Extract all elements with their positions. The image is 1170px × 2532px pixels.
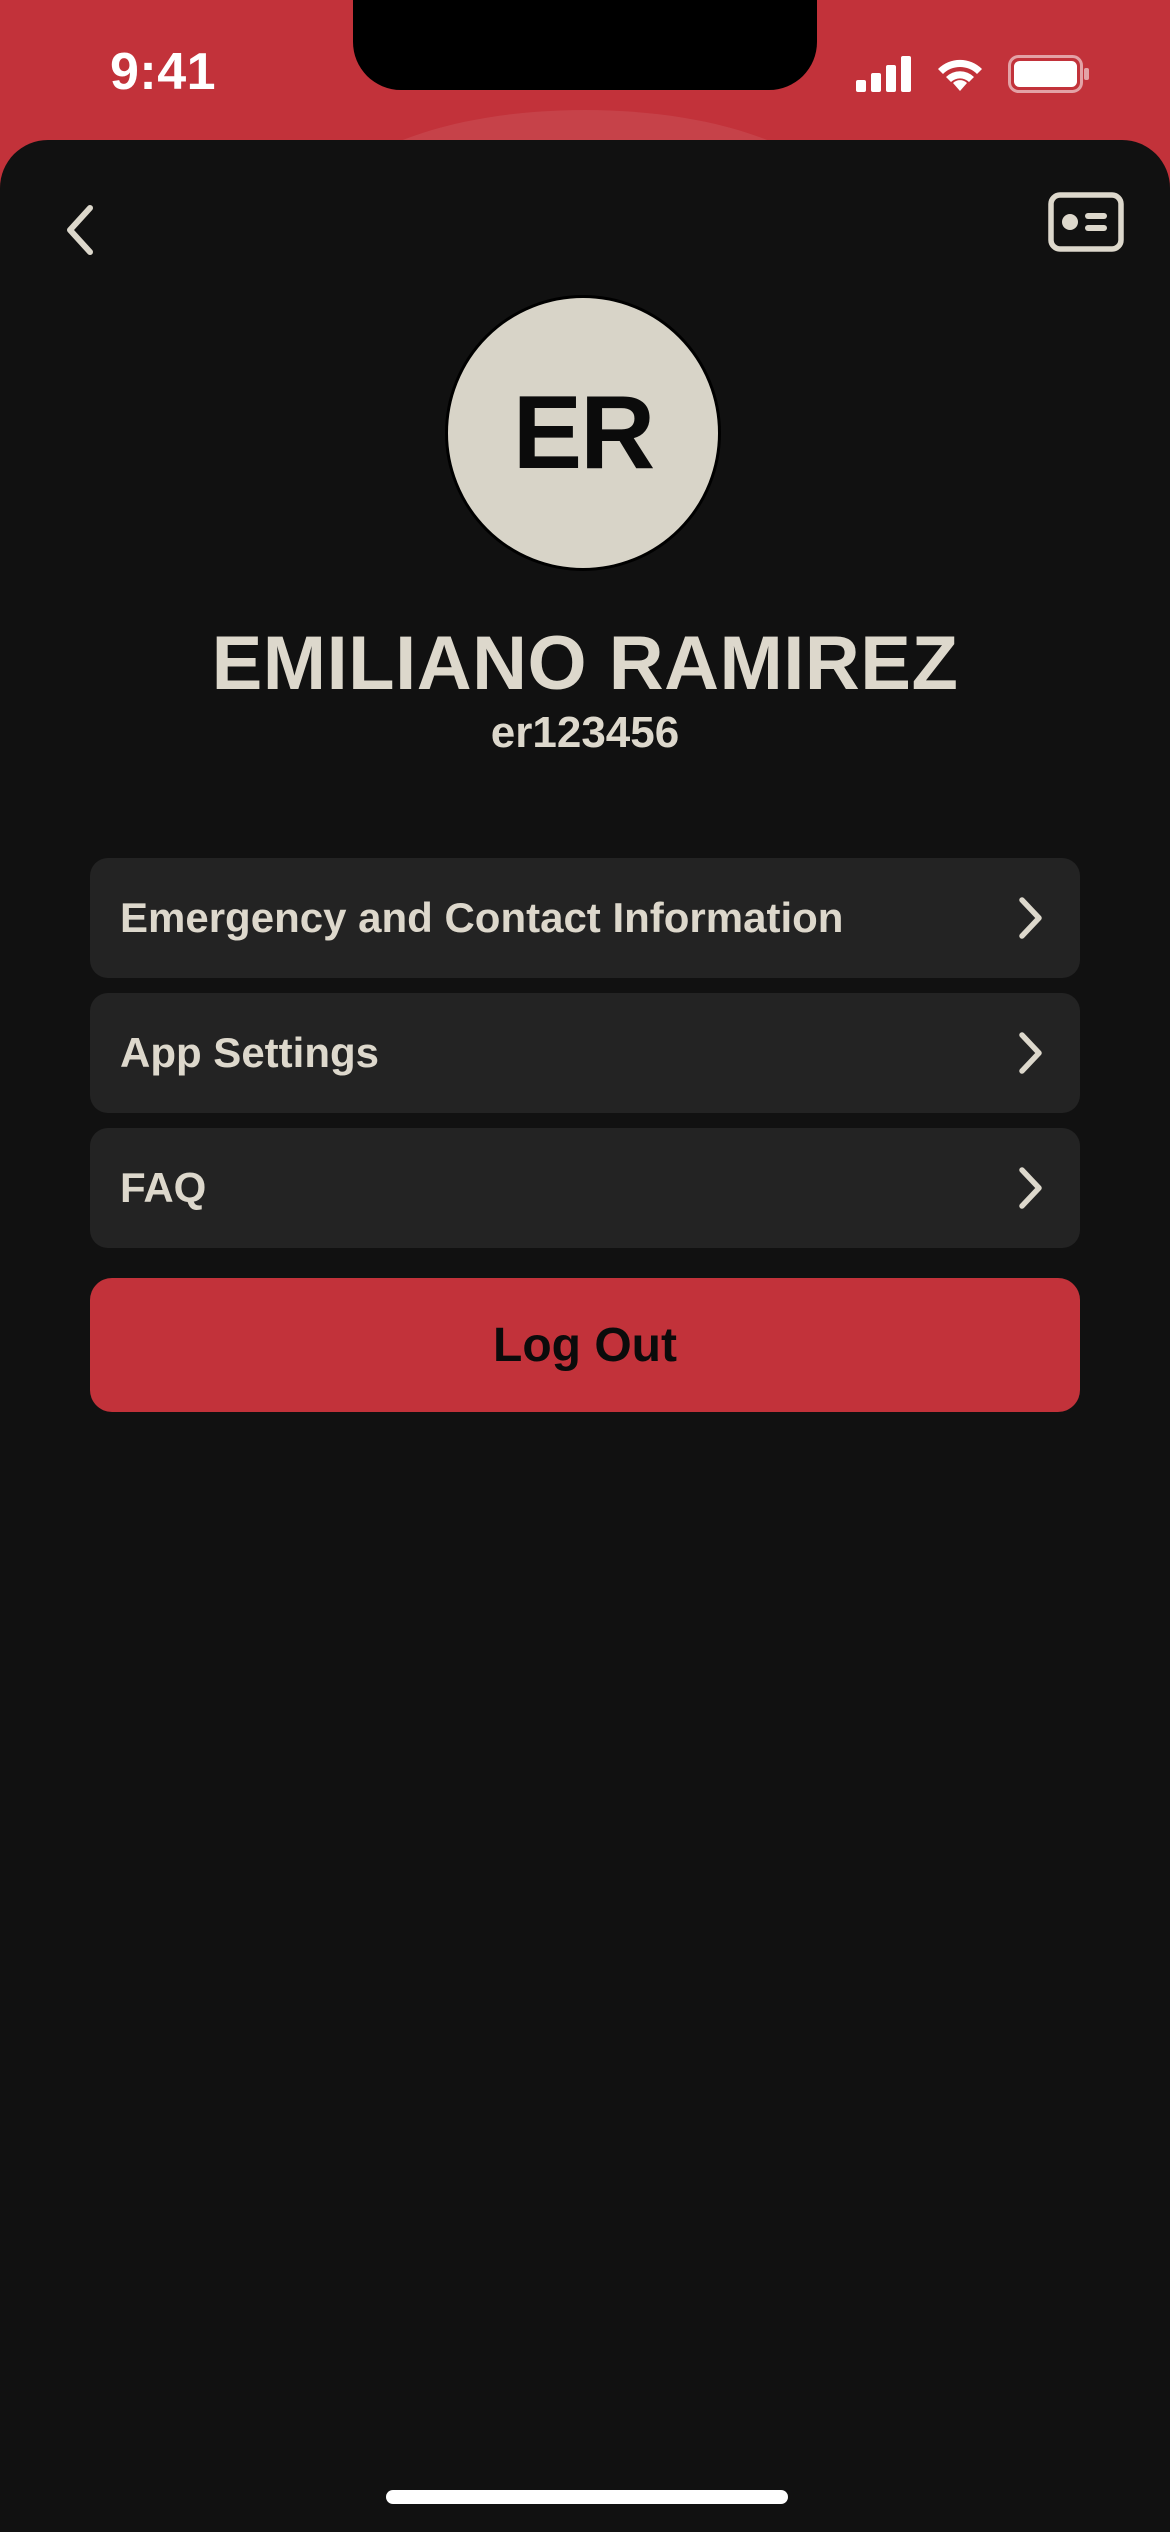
user-id: er123456 [490,708,680,757]
avatar: ER [445,295,721,571]
user-name: EMILIANO RAMIREZ [211,621,959,706]
status-time: 9:41 [110,43,217,101]
wifi-icon [934,55,986,93]
logout-label: Log Out [493,1318,677,1372]
chevron-right-icon [1010,1028,1050,1078]
home-indicator[interactable] [386,2490,788,2504]
id-card-icon [1048,192,1124,252]
chevron-left-icon [67,205,93,255]
menu-item-faq[interactable]: FAQ [90,1128,1080,1248]
menu-item-label: Emergency and Contact Information [120,894,844,941]
camera-notch [353,0,817,90]
avatar-initials: ER [512,374,655,491]
cellular-signal-icon [856,56,912,92]
status-bar: 9:41 [0,0,1170,145]
profile-menu: Emergency and Contact Information App Se… [90,858,1080,1263]
back-button[interactable] [50,190,110,270]
id-card-button[interactable] [1046,190,1126,254]
menu-item-emergency-contact[interactable]: Emergency and Contact Information [90,858,1080,978]
menu-item-app-settings[interactable]: App Settings [90,993,1080,1113]
profile-screen: 9:41 ER EMILIANO RAMIREZ er123456 Emerge… [0,0,1170,2532]
logout-button[interactable]: Log Out [90,1278,1080,1412]
battery-icon [1008,55,1090,93]
status-icons [856,55,1090,93]
profile-panel: ER EMILIANO RAMIREZ er123456 Emergency a… [0,140,1170,2532]
menu-item-label: App Settings [120,1029,379,1076]
chevron-right-icon [1010,1163,1050,1213]
chevron-right-icon [1010,893,1050,943]
menu-item-label: FAQ [120,1164,207,1211]
